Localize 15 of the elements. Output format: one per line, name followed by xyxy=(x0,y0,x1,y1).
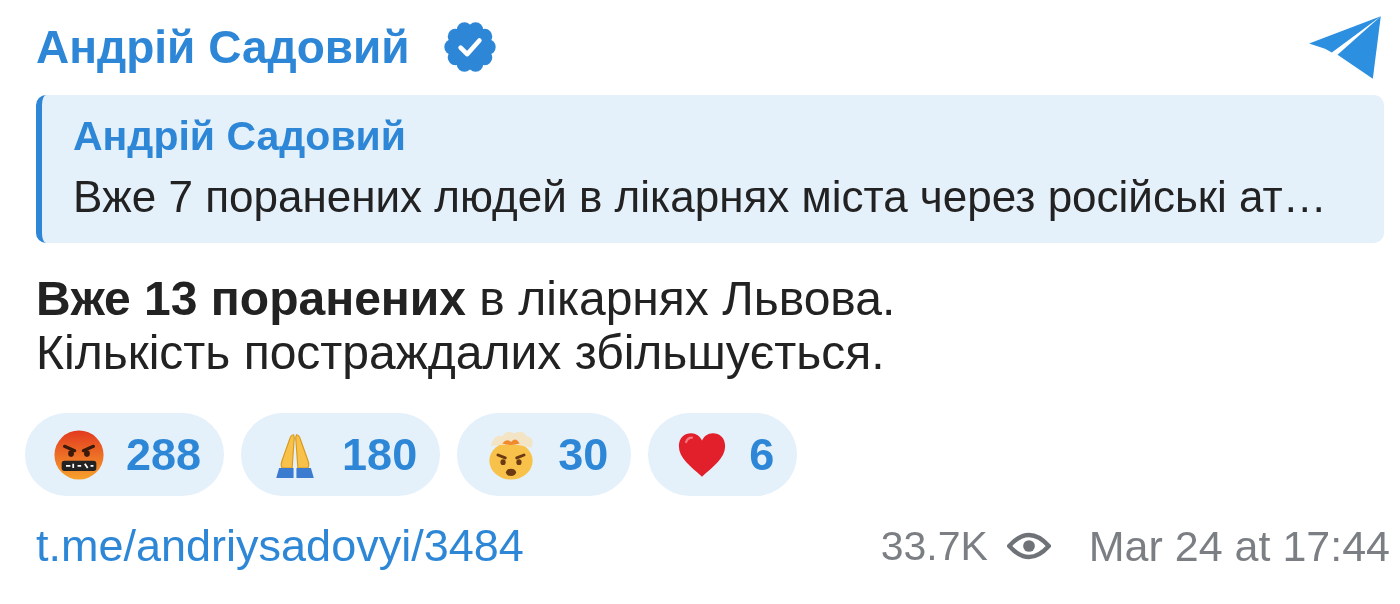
reaction-button[interactable]: 180 xyxy=(241,413,441,496)
quoted-message[interactable]: Андрій Садовий Вже 7 поранених людей в лікарнях міста через російські ат… xyxy=(36,95,1384,243)
post-date[interactable]: Mar 24 at 17:44 xyxy=(1088,521,1390,571)
message-text: Вже 13 поранених в лікарнях Львова. Кількість постраждалих збільшується. xyxy=(36,272,897,380)
channel-name[interactable]: Андрій Садовий xyxy=(36,17,410,77)
reaction-button[interactable]: 288 xyxy=(25,413,225,496)
angry-face-icon xyxy=(53,428,105,481)
quoted-author: Андрій Садовий xyxy=(73,112,408,161)
eye-icon xyxy=(1006,530,1051,562)
paper-plane-icon[interactable] xyxy=(1307,15,1384,81)
quoted-text: Вже 7 поранених людей в лікарнях міста через російські ат… xyxy=(73,171,1328,223)
post-link[interactable]: t.me/andriysadovyi/3484 xyxy=(36,520,524,572)
reaction-button[interactable]: 6 xyxy=(648,413,798,496)
view-count: 33.7K xyxy=(880,522,988,570)
reaction-button[interactable]: 30 xyxy=(457,413,632,496)
